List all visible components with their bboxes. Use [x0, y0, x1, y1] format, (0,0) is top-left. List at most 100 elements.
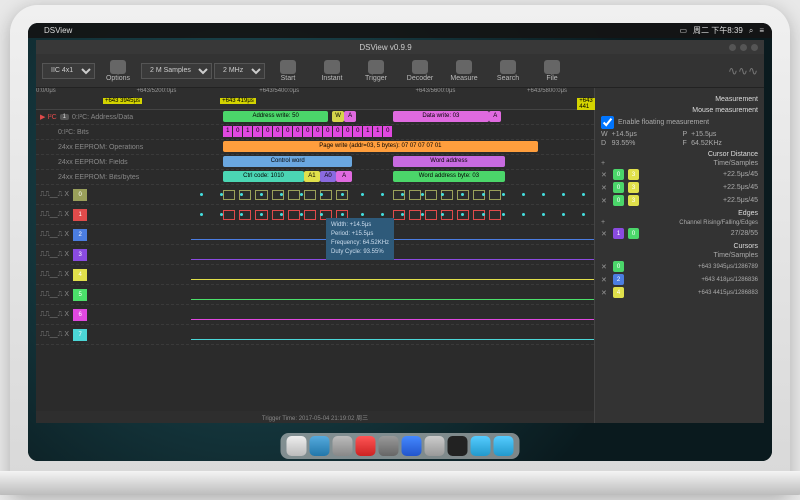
decode-block[interactable]: Word address byte: 03 [393, 171, 506, 182]
dock-item[interactable] [402, 436, 422, 456]
add-icon[interactable]: + [601, 219, 609, 226]
dock-item[interactable] [471, 436, 491, 456]
dock-item[interactable] [287, 436, 307, 456]
decoder-row: 24xx EEPROM: OperationsPage write (addr=… [36, 140, 594, 155]
channel-flag[interactable]: 5 [73, 289, 87, 301]
channel-row: ⎍⎍__⎍ X 0 [36, 185, 594, 205]
app-menu[interactable]: DSView [44, 26, 72, 35]
remove-icon[interactable]: ✕ [601, 276, 609, 284]
cursor-flag[interactable]: +643 419μs [220, 98, 256, 104]
decoder-row: 24xx EEPROM: FieldsControl wordWord addr… [36, 155, 594, 170]
trigger-button[interactable]: Trigger [355, 56, 397, 86]
channel-flag[interactable]: 4 [73, 269, 87, 281]
dock-item[interactable] [310, 436, 330, 456]
decode-lane[interactable]: 10100000000000110 [191, 125, 594, 139]
channel-row: ⎍⎍__⎍ X 2 [36, 225, 594, 245]
cursor-flag[interactable]: +643 3945μs [103, 98, 142, 104]
start-button[interactable]: Start [267, 56, 309, 86]
battery-icon: ▭ [679, 26, 687, 35]
dock-item[interactable] [379, 436, 399, 456]
minimize-icon[interactable] [729, 44, 736, 51]
dock-item[interactable] [333, 436, 353, 456]
remove-icon[interactable]: ✕ [601, 197, 609, 205]
dock-item[interactable] [356, 436, 376, 456]
options-button[interactable]: Options [97, 56, 139, 86]
channel-wave[interactable] [191, 188, 594, 202]
flash-icon [324, 60, 340, 74]
device-select[interactable]: IIC 4x1 [42, 63, 95, 79]
file-icon [544, 60, 560, 74]
decode-lane[interactable]: Address write: 50WAData write: 03A [191, 110, 594, 124]
dock-item[interactable] [425, 436, 445, 456]
channel-flag[interactable]: 0 [73, 189, 87, 201]
channel-flag[interactable]: 1 [73, 209, 87, 221]
channel-wave[interactable] [191, 288, 594, 302]
close-icon[interactable] [751, 44, 758, 51]
channel-flag[interactable]: 7 [73, 329, 87, 341]
channel-name[interactable]: ⎍⎍__⎍ X [40, 331, 69, 339]
decode-lane[interactable]: Control word Word address [191, 155, 594, 169]
window-titlebar[interactable]: DSView v0.9.9 [36, 40, 764, 54]
time-ruler[interactable]: 0:0/0μs+643/5200:0μs+643/5400:0μs+643/56… [36, 88, 594, 110]
floating-checkbox[interactable] [601, 116, 614, 129]
row-label: 0:I²C: Bits [36, 129, 191, 136]
cursor-flag[interactable]: +643 441 [577, 98, 595, 110]
remove-icon[interactable]: ✕ [601, 184, 609, 192]
channel-wave[interactable] [191, 268, 594, 282]
rate-select[interactable]: 2 MHz [214, 63, 265, 79]
channel-name[interactable]: ⎍⎍__⎍ X [40, 271, 69, 279]
dock-item[interactable] [448, 436, 468, 456]
instant-button[interactable]: Instant [311, 56, 353, 86]
channel-name[interactable]: ⎍⎍__⎍ X [40, 311, 69, 319]
remove-icon[interactable]: ✕ [601, 289, 609, 297]
distance-header: Cursor Distance [601, 151, 758, 158]
add-icon[interactable]: + [601, 160, 609, 167]
file-button[interactable]: File [531, 56, 573, 86]
samples-select[interactable]: 2 M Samples [141, 63, 212, 79]
macos-dock[interactable] [281, 433, 520, 459]
channel-name[interactable]: ⎍⎍__⎍ X [40, 231, 69, 239]
decode-block[interactable]: Page write (addr=03, 5 bytes): 07 07 07 … [223, 141, 537, 152]
decode-block[interactable]: A [489, 111, 501, 122]
channel-wave[interactable] [191, 308, 594, 322]
remove-icon[interactable]: ✕ [601, 263, 609, 271]
decode-block[interactable]: Data write: 03 [393, 111, 490, 122]
menu-icon[interactable]: ≡ [759, 26, 764, 35]
search-icon[interactable]: ⌕ [749, 26, 753, 36]
target-icon [368, 60, 384, 74]
channel-name[interactable]: ⎍⎍__⎍ X [40, 191, 69, 199]
channel-name[interactable]: ⎍⎍__⎍ X [40, 251, 69, 259]
channel-flag[interactable]: 2 [73, 229, 87, 241]
ruler-tick: +643/5200:0μs [136, 88, 176, 94]
decode-block[interactable]: Ctrl code: 1010 [223, 171, 304, 182]
decode-block[interactable]: Word address [393, 156, 506, 167]
decode-lane[interactable]: Page write (addr=03, 5 bytes): 07 07 07 … [191, 140, 594, 154]
ruler-tick: +643/5400:0μs [259, 88, 299, 94]
decode-lane[interactable]: Ctrl code: 1010A1A0A Word address byte: 0… [191, 170, 594, 184]
channel-wave[interactable] [191, 328, 594, 342]
decoder-button[interactable]: Decoder [399, 56, 441, 86]
decode-block[interactable]: Control word [223, 156, 352, 167]
decode-block[interactable]: A0 [320, 171, 336, 182]
remove-icon[interactable]: ✕ [601, 230, 609, 238]
decode-block[interactable]: A [336, 171, 352, 182]
channel-name[interactable]: ⎍⎍__⎍ X [40, 291, 69, 299]
toolbar: IIC 4x1 Options 2 M Samples 2 MHz Start … [36, 54, 764, 88]
maximize-icon[interactable] [740, 44, 747, 51]
edges-header: Edges [601, 210, 758, 217]
waveform-area[interactable]: 0:0/0μs+643/5200:0μs+643/5400:0μs+643/56… [36, 88, 594, 423]
channel-flag[interactable]: 3 [73, 249, 87, 261]
panel-title: Measurement [601, 96, 758, 103]
measure-button[interactable]: Measure [443, 56, 485, 86]
decode-icon [412, 60, 428, 74]
ruler-tick: 0:0/0μs [36, 88, 56, 94]
decode-block[interactable]: W [332, 111, 344, 122]
decode-block[interactable]: A1 [304, 171, 320, 182]
channel-name[interactable]: ⎍⎍__⎍ X [40, 211, 69, 219]
decode-block[interactable]: Address write: 50 [223, 111, 328, 122]
dock-item[interactable] [494, 436, 514, 456]
remove-icon[interactable]: ✕ [601, 171, 609, 179]
channel-flag[interactable]: 6 [73, 309, 87, 321]
decode-block[interactable]: A [344, 111, 356, 122]
search-button[interactable]: Search [487, 56, 529, 86]
